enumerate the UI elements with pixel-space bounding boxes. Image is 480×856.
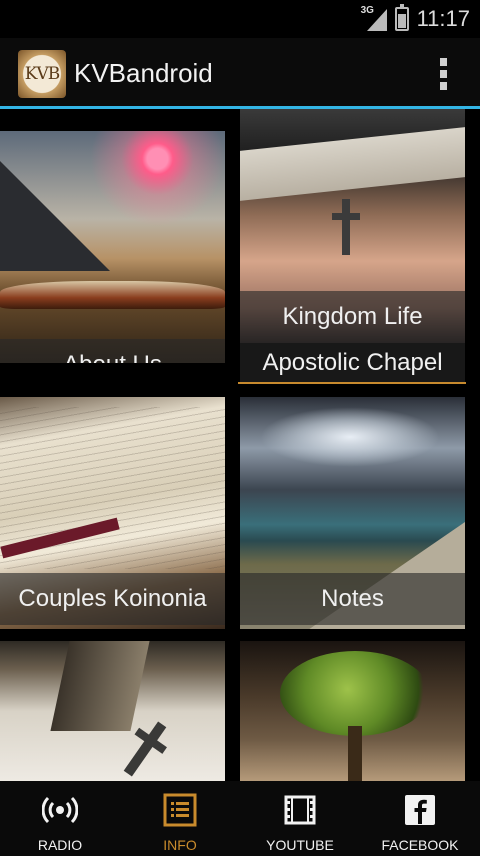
network-signal-icon: 3G — [361, 5, 387, 31]
tile-couples-koinonia[interactable]: Couples Koinonia — [0, 397, 225, 629]
facebook-icon — [402, 793, 438, 827]
tile-label: Kingdom Life — [240, 291, 465, 343]
nav-label: RADIO — [37, 837, 83, 853]
bottom-navigation: RADIO INFO YOUTUBE FACEBOOK — [0, 781, 480, 856]
nav-label: INFO — [163, 837, 197, 853]
nav-youtube[interactable]: YOUTUBE — [240, 781, 360, 856]
list-icon — [162, 793, 198, 827]
nav-label: FACEBOOK — [381, 837, 459, 853]
app-title: KVBandroid — [74, 58, 213, 88]
tile-tree[interactable] — [240, 641, 465, 781]
list-item-apostolic-chapel[interactable]: Apostolic Chapel — [240, 343, 465, 383]
app-logo[interactable]: KVB — [18, 50, 66, 98]
status-time: 11:17 — [416, 6, 470, 31]
rosary-cross-icon — [332, 199, 360, 255]
nav-label: YOUTUBE — [266, 837, 334, 853]
tile-kingdom-life[interactable]: Kingdom Life — [240, 109, 465, 343]
overflow-menu-icon[interactable] — [440, 58, 448, 90]
tile-label: Couples Koinonia — [0, 573, 225, 625]
status-indicators: 3G 11:17 — [361, 0, 470, 38]
tile-label: Notes — [240, 573, 465, 625]
action-bar: KVB KVBandroid — [0, 38, 480, 108]
battery-icon — [394, 4, 409, 31]
radio-broadcast-icon — [42, 793, 78, 827]
content-grid[interactable]: About Us Kingdom Life Apostolic Chapel C… — [0, 109, 480, 781]
tile-crucifix[interactable] — [0, 641, 225, 781]
selection-underline — [238, 382, 466, 384]
nav-info[interactable]: INFO — [120, 781, 240, 856]
logo-text: KVB — [24, 64, 60, 84]
tile-about-us[interactable]: About Us — [0, 131, 225, 363]
tile-notes[interactable]: Notes — [240, 397, 465, 629]
nav-facebook[interactable]: FACEBOOK — [360, 781, 480, 856]
film-icon — [282, 793, 318, 827]
list-item-label: Apostolic Chapel — [240, 343, 465, 383]
status-bar: 3G 11:17 — [0, 0, 480, 38]
tile-label: About Us — [0, 339, 225, 363]
nav-radio[interactable]: RADIO — [0, 781, 120, 856]
